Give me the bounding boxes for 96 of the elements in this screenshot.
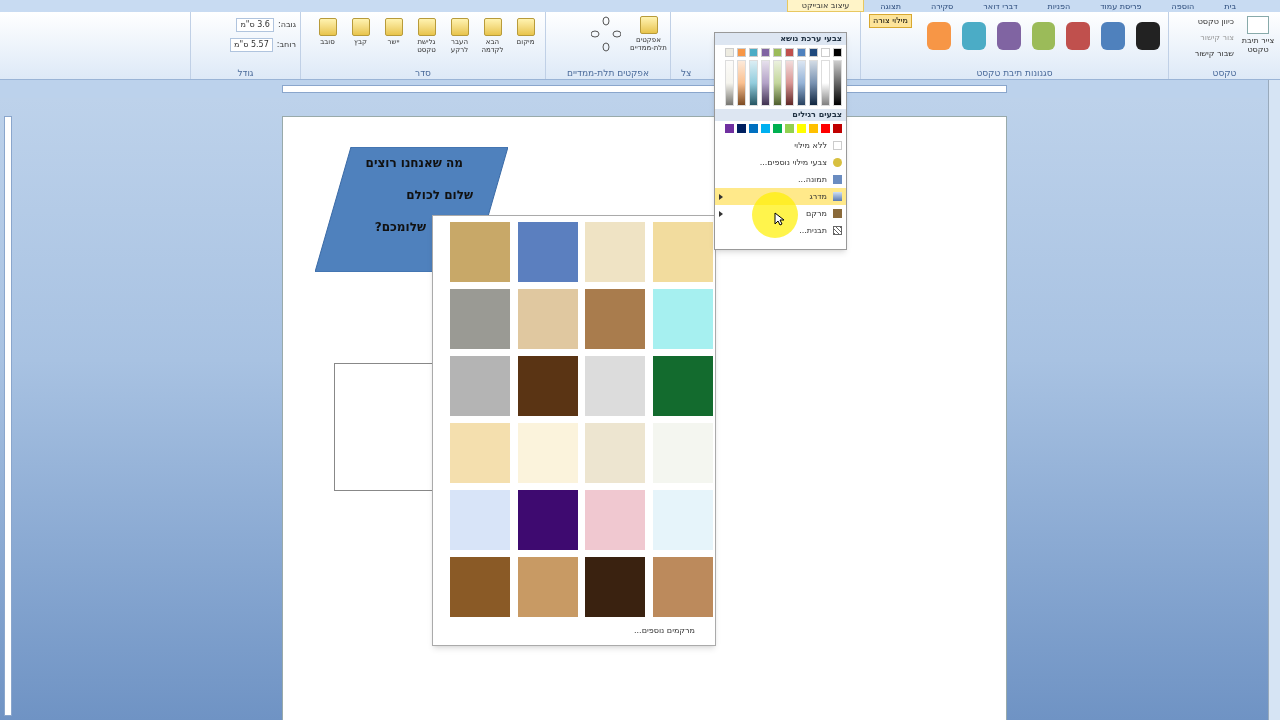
menu-item[interactable]: צבעי מילוי נוספים... [715, 154, 846, 171]
texture-swatch[interactable] [585, 289, 646, 349]
texture-icon [833, 209, 842, 218]
color-swatch[interactable] [821, 48, 830, 57]
style-swatch[interactable] [996, 22, 1021, 50]
group-label: טקסט [1211, 67, 1238, 79]
color-swatch[interactable] [761, 48, 770, 57]
empty-square-icon [833, 141, 842, 150]
color-swatch[interactable] [797, 124, 806, 133]
color-swatch[interactable] [809, 124, 818, 133]
pattern-icon [833, 226, 842, 235]
draw-text-box-button[interactable]: צייר תיבת טקסט [1240, 16, 1276, 60]
ribbon-tab[interactable]: דברי דואר [969, 1, 1032, 12]
text-direction-button[interactable]: כיוון טקסט [1194, 16, 1234, 28]
style-swatch[interactable] [961, 22, 986, 50]
texture-swatch[interactable] [585, 222, 646, 282]
color-swatch[interactable] [785, 124, 794, 133]
height-field[interactable]: 3.6 ס"מ [236, 18, 274, 32]
color-swatch[interactable] [749, 124, 758, 133]
style-swatch[interactable] [1101, 22, 1126, 50]
ribbon-tab[interactable]: סקירה [916, 1, 968, 12]
ribbon-tab[interactable]: תצוגה [866, 1, 915, 12]
width-field[interactable]: 5.57 ס"מ [230, 38, 273, 52]
color-swatch[interactable] [809, 48, 818, 57]
shade-column[interactable] [833, 60, 842, 106]
texture-swatch[interactable] [517, 490, 578, 550]
texture-swatch[interactable] [517, 356, 578, 416]
shape-fill-button[interactable]: מילוי צורה [869, 14, 912, 28]
style-swatch[interactable] [927, 22, 951, 50]
texture-swatch[interactable] [585, 557, 646, 617]
shade-column[interactable] [809, 60, 818, 106]
group-label: סדר [414, 67, 432, 79]
texture-swatch[interactable] [653, 222, 713, 282]
palette-icon [833, 158, 842, 167]
shade-column[interactable] [797, 60, 806, 106]
ribbon-tab[interactable]: פריסת עמוד [1086, 1, 1156, 12]
group-label: גודל [236, 67, 255, 79]
shade-column[interactable] [785, 60, 794, 106]
style-swatch[interactable] [1066, 22, 1091, 50]
menu-item[interactable]: תמונה... [715, 171, 846, 188]
ribbon-tab[interactable]: עיצוב אובייקט [786, 0, 865, 12]
tilt-arrows-icon [591, 16, 621, 52]
shape-text: מה שאנחנו רוצים [365, 155, 463, 172]
texture-swatch[interactable] [449, 490, 510, 550]
texture-swatch[interactable] [517, 222, 578, 282]
shade-column[interactable] [761, 60, 770, 106]
texture-swatch[interactable] [653, 557, 713, 617]
ribbon-tab[interactable]: הוספה [1157, 1, 1209, 12]
style-swatch[interactable] [1136, 22, 1160, 50]
submenu-arrow-icon [719, 210, 723, 217]
mouse-pointer-icon [774, 212, 785, 226]
menu-heading: צבעים רגילים [715, 109, 846, 121]
group-label: סגנונות תיבת טקסט [975, 67, 1054, 79]
texture-swatch[interactable] [449, 356, 510, 416]
more-textures-link[interactable]: מרקמים נוספים... [634, 625, 695, 637]
break-link-button[interactable]: שבור קישור [1194, 48, 1234, 60]
texture-swatch[interactable] [449, 423, 510, 483]
shape-text: שלום לכולם [406, 187, 473, 204]
ribbon-tab[interactable]: הפניות [1033, 1, 1085, 12]
color-swatch[interactable] [797, 48, 806, 57]
texture-swatch[interactable] [653, 490, 713, 550]
ribbon-tab[interactable]: בית [1210, 1, 1250, 12]
menu-item[interactable]: ללא מילוי [715, 137, 846, 154]
text-box-icon [1247, 16, 1269, 34]
texture-swatch[interactable] [449, 289, 510, 349]
color-swatch[interactable] [821, 124, 830, 133]
style-swatch[interactable] [1031, 22, 1056, 50]
texture-swatch[interactable] [585, 423, 646, 483]
width-label: רוחב: [276, 39, 296, 51]
texture-swatch[interactable] [585, 490, 646, 550]
texture-swatch[interactable] [517, 289, 578, 349]
color-swatch[interactable] [833, 48, 842, 57]
height-label: גובה: [277, 19, 296, 31]
color-swatch[interactable] [833, 124, 842, 133]
group-label: אפקטים תלת-ממדיים [565, 67, 650, 79]
shape-text: שלומכם? [374, 219, 426, 236]
texture-swatch[interactable] [585, 356, 646, 416]
menu-heading: צבעי ערכת נושא [715, 33, 846, 45]
texture-swatch[interactable] [517, 423, 578, 483]
texture-swatch[interactable] [653, 356, 713, 416]
color-swatch[interactable] [725, 124, 734, 133]
color-swatch[interactable] [737, 48, 746, 57]
texture-swatch[interactable] [653, 289, 713, 349]
color-swatch[interactable] [725, 48, 734, 57]
texture-swatch[interactable] [449, 557, 510, 617]
color-swatch[interactable] [737, 124, 746, 133]
group-label: צל [681, 67, 692, 79]
texture-swatch[interactable] [449, 222, 510, 282]
color-swatch[interactable] [761, 124, 770, 133]
color-swatch[interactable] [773, 124, 782, 133]
color-swatch[interactable] [785, 48, 794, 57]
picture-icon [833, 175, 842, 184]
color-swatch[interactable] [773, 48, 782, 57]
menu-item[interactable]: תבנית... [715, 222, 846, 239]
color-swatch[interactable] [749, 48, 758, 57]
texture-swatch[interactable] [517, 557, 578, 617]
